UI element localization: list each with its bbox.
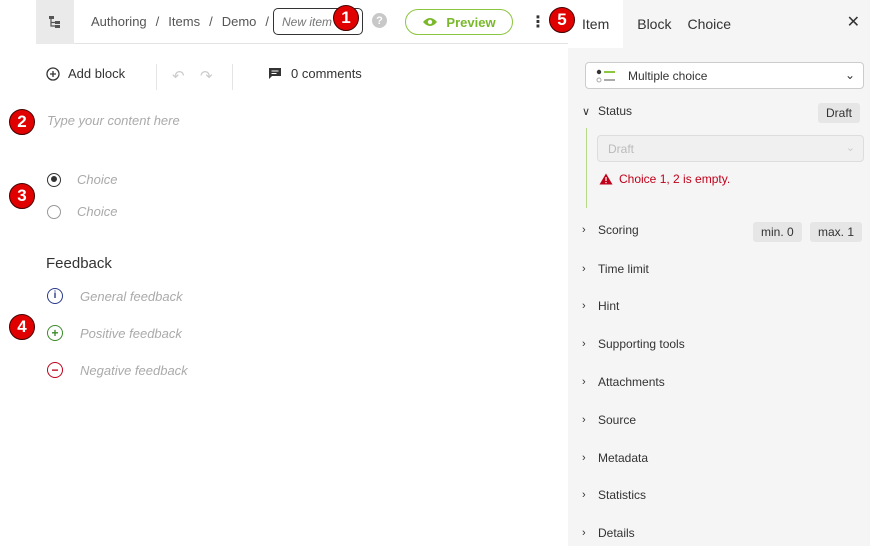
content-placeholder[interactable]: Type your content here	[47, 113, 180, 128]
choice-label[interactable]: Choice	[77, 204, 117, 219]
plus-circle-icon	[46, 66, 60, 81]
status-select[interactable]: Draft ⌄	[597, 135, 864, 162]
breadcrumb-authoring[interactable]: Authoring	[91, 14, 147, 29]
positive-feedback-item[interactable]: + Positive feedback	[47, 325, 182, 341]
choice-item[interactable]: Choice	[47, 204, 117, 219]
status-select-value: Draft	[608, 141, 635, 156]
chevron-right-icon: ›	[582, 452, 586, 464]
annotation-badge: 5	[549, 7, 575, 33]
feedback-heading: Feedback	[46, 255, 112, 272]
section-label: Metadata	[598, 451, 649, 465]
tab-item[interactable]: Item	[568, 0, 624, 48]
chevron-right-icon: ›	[582, 338, 586, 350]
section-label: Source	[598, 413, 637, 427]
choice-item[interactable]: Choice	[47, 172, 117, 187]
preview-label: Preview	[446, 14, 496, 30]
add-block-button[interactable]: Add block	[46, 66, 125, 81]
plus-circle-icon: +	[47, 325, 63, 341]
source-section[interactable]: › Source	[582, 413, 864, 427]
toolbar-divider	[156, 64, 157, 90]
general-feedback-label[interactable]: General feedback	[80, 289, 183, 304]
annotation-badge: 2	[9, 109, 35, 135]
attachments-section[interactable]: › Attachments	[582, 375, 864, 389]
tab-block[interactable]: Block	[623, 0, 685, 48]
breadcrumb: Authoring / Items / Demo /	[91, 14, 270, 29]
time-limit-section[interactable]: › Time limit	[582, 262, 864, 276]
panel-tabs: Item Block Choice	[568, 0, 870, 48]
hint-section[interactable]: › Hint	[582, 299, 864, 313]
details-section[interactable]: › Details	[582, 526, 864, 540]
chevron-right-icon: ›	[582, 376, 586, 388]
positive-feedback-label[interactable]: Positive feedback	[80, 326, 182, 341]
undo-icon[interactable]: ↶	[172, 67, 185, 85]
interaction-type-value: Multiple choice	[628, 68, 708, 83]
radio-button[interactable]	[47, 204, 61, 219]
chevron-down-icon: ⌄	[844, 68, 855, 82]
validation-error-text: Choice 1, 2 is empty.	[619, 172, 731, 186]
toolbar-divider	[232, 64, 233, 90]
info-icon: i	[47, 288, 63, 304]
min-score-badge: min. 0	[753, 222, 802, 242]
eye-icon	[423, 18, 438, 26]
close-icon[interactable]: ✕	[847, 12, 860, 32]
section-label: Time limit	[598, 262, 649, 276]
statistics-section[interactable]: › Statistics	[582, 488, 864, 502]
comments-label: 0 comments	[291, 66, 362, 81]
help-icon[interactable]: ?	[372, 13, 387, 28]
chevron-right-icon: ›	[582, 300, 586, 312]
editor-toolbar: Add block ↶ ↷ 0 comments	[36, 52, 568, 98]
chevron-right-icon: ›	[582, 414, 586, 426]
section-label: Statistics	[598, 488, 647, 502]
chevron-right-icon: ›	[582, 527, 586, 539]
scoring-label: Scoring	[598, 223, 639, 237]
status-label: Status	[598, 104, 633, 118]
breadcrumb-items[interactable]: Items	[168, 14, 200, 29]
tab-choice[interactable]: Choice	[685, 0, 745, 48]
validation-error: Choice 1, 2 is empty.	[599, 172, 730, 186]
redo-icon[interactable]: ↷	[200, 67, 213, 85]
annotation-badge: 4	[9, 314, 35, 340]
metadata-section[interactable]: › Metadata	[582, 451, 864, 465]
tree-icon	[49, 16, 60, 28]
negative-feedback-label[interactable]: Negative feedback	[80, 363, 188, 378]
status-badge: Draft	[818, 103, 861, 123]
annotation-badge: 3	[9, 183, 35, 209]
breadcrumb-demo[interactable]: Demo	[222, 14, 257, 29]
more-options-icon[interactable]: ⋮	[530, 12, 546, 32]
chevron-down-icon: ∨	[582, 105, 591, 118]
section-label: Supporting tools	[598, 337, 685, 351]
properties-panel: Item Block Choice ✕ Multiple choice ⌄ ∨ …	[568, 0, 870, 546]
max-score-badge: max. 1	[810, 222, 863, 242]
choice-label[interactable]: Choice	[77, 172, 117, 187]
add-block-label: Add block	[68, 66, 126, 81]
interaction-type-select[interactable]: Multiple choice ⌄	[585, 62, 864, 89]
annotation-badge: 1	[333, 5, 359, 31]
top-bar: Authoring / Items / Demo / ? Preview ⋮	[36, 0, 568, 44]
section-label: Details	[598, 526, 635, 540]
preview-button[interactable]: Preview	[405, 9, 513, 35]
radio-button-selected[interactable]	[47, 172, 61, 187]
chevron-right-icon: ›	[582, 224, 586, 236]
multiple-choice-icon	[596, 69, 616, 83]
chevron-right-icon: ›	[582, 489, 586, 501]
comments-button[interactable]: 0 comments	[268, 66, 362, 81]
minus-circle-icon: −	[47, 362, 63, 378]
status-section-indicator	[586, 128, 587, 208]
supporting-tools-section[interactable]: › Supporting tools	[582, 337, 864, 351]
negative-feedback-item[interactable]: − Negative feedback	[47, 362, 188, 378]
section-label: Hint	[598, 299, 620, 313]
warning-icon	[599, 173, 613, 185]
chevron-down-icon: ⌄	[845, 142, 855, 154]
general-feedback-item[interactable]: i General feedback	[47, 288, 183, 304]
comment-icon	[269, 68, 281, 79]
section-label: Attachments	[598, 375, 665, 389]
chevron-right-icon: ›	[582, 263, 586, 275]
tree-view-button[interactable]	[36, 0, 74, 44]
